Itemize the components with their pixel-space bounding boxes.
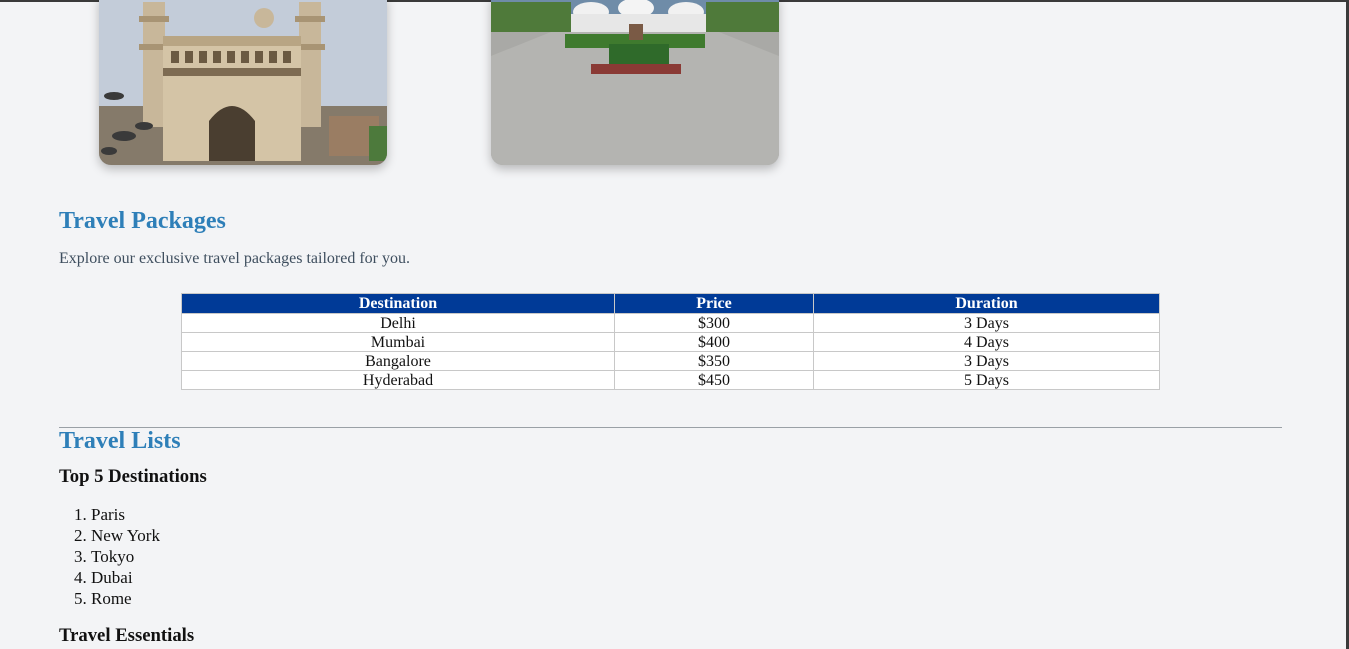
travel-lists-heading: Travel Lists bbox=[59, 428, 181, 454]
list-item: Tokyo bbox=[91, 546, 160, 567]
cell-duration: 3 Days bbox=[813, 351, 1160, 371]
table-row: Bangalore $350 3 Days bbox=[181, 351, 1160, 371]
memorial-photo bbox=[491, 0, 779, 165]
section-divider bbox=[59, 427, 1282, 428]
list-item: New York bbox=[91, 525, 160, 546]
cell-price: $300 bbox=[614, 313, 814, 333]
cell-price: $450 bbox=[614, 370, 814, 390]
travel-packages-heading: Travel Packages bbox=[59, 208, 226, 234]
cell-destination: Hyderabad bbox=[181, 370, 615, 390]
travel-packages-description: Explore our exclusive travel packages ta… bbox=[59, 250, 410, 267]
header-destination: Destination bbox=[181, 293, 615, 314]
table-row: Hyderabad $450 5 Days bbox=[181, 370, 1160, 390]
table-row: Delhi $300 3 Days bbox=[181, 313, 1160, 333]
top-destinations-list: Paris New York Tokyo Dubai Rome bbox=[59, 504, 160, 609]
charminar-photo bbox=[99, 0, 387, 165]
cell-duration: 3 Days bbox=[813, 313, 1160, 333]
cell-destination: Mumbai bbox=[181, 332, 615, 352]
travel-essentials-heading: Travel Essentials bbox=[59, 625, 195, 646]
list-item: Dubai bbox=[91, 567, 160, 588]
header-duration: Duration bbox=[813, 293, 1160, 314]
cell-destination: Bangalore bbox=[181, 351, 615, 371]
top-destinations-heading: Top 5 Destinations bbox=[59, 466, 207, 487]
cell-duration: 4 Days bbox=[813, 332, 1160, 352]
list-item: Paris bbox=[91, 504, 160, 525]
cell-price: $400 bbox=[614, 332, 814, 352]
table-header-row: Destination Price Duration bbox=[181, 293, 1160, 314]
header-price: Price bbox=[614, 293, 814, 314]
travel-packages-table: Destination Price Duration Delhi $300 3 … bbox=[181, 293, 1160, 390]
list-item: Rome bbox=[91, 588, 160, 609]
cell-price: $350 bbox=[614, 351, 814, 371]
cell-destination: Delhi bbox=[181, 313, 615, 333]
cell-duration: 5 Days bbox=[813, 370, 1160, 390]
table-row: Mumbai $400 4 Days bbox=[181, 332, 1160, 352]
